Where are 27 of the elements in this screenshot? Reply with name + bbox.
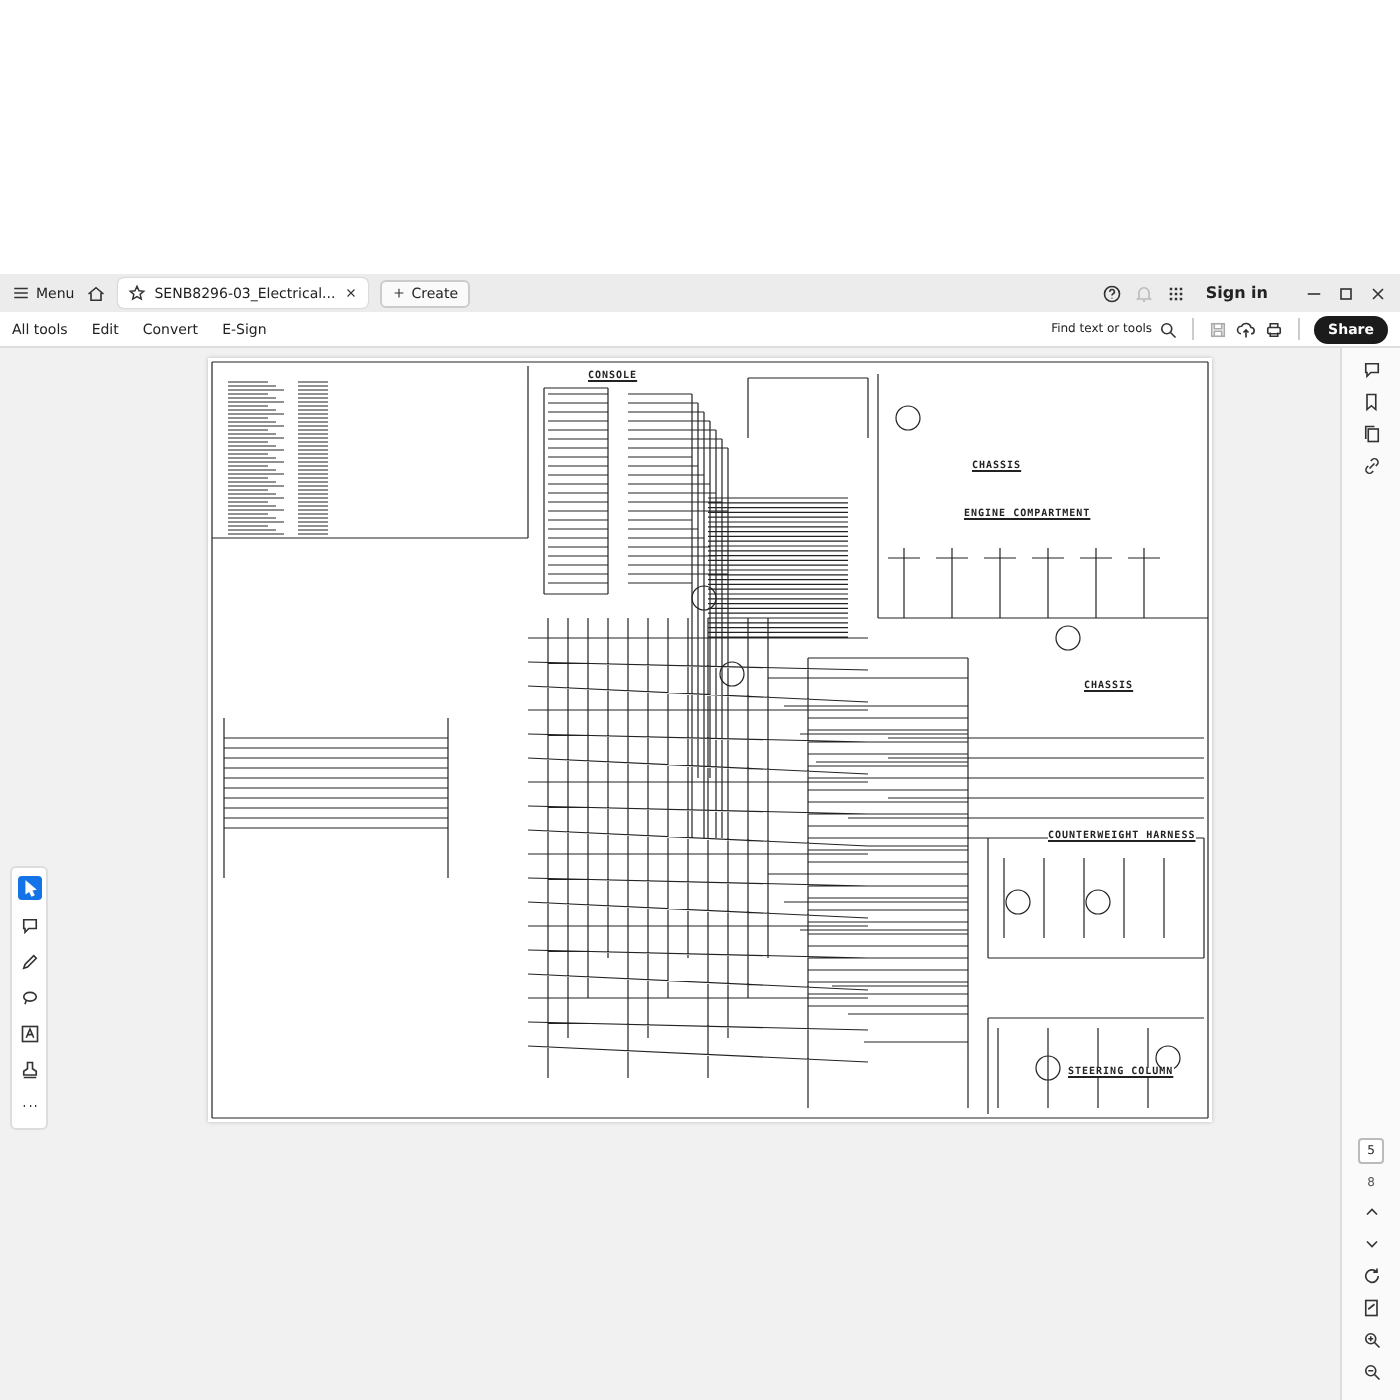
help-icon[interactable] xyxy=(1101,283,1122,303)
refresh-icon[interactable] xyxy=(1361,1266,1381,1286)
lasso-icon[interactable] xyxy=(19,988,39,1008)
comment-icon[interactable] xyxy=(19,916,39,936)
comment-icon[interactable] xyxy=(1361,360,1381,380)
close-icon[interactable] xyxy=(1368,283,1388,303)
pencil-icon[interactable] xyxy=(19,952,39,972)
maximize-icon[interactable] xyxy=(1336,283,1356,303)
sign-in-button[interactable]: Sign in xyxy=(1205,284,1268,302)
stamp-icon[interactable] xyxy=(19,1060,39,1080)
star-icon xyxy=(128,284,147,302)
link-icon[interactable] xyxy=(1361,456,1381,476)
menu-icon xyxy=(12,284,30,302)
cloud-upload-icon[interactable] xyxy=(1236,319,1257,339)
plus-icon xyxy=(391,286,406,300)
home-icon[interactable] xyxy=(86,283,107,303)
print-icon[interactable] xyxy=(1264,319,1285,339)
pages-icon[interactable] xyxy=(1361,424,1381,444)
cursor-icon[interactable] xyxy=(17,876,41,900)
page-fit-icon[interactable] xyxy=(1361,1298,1381,1318)
zoom-in-icon[interactable] xyxy=(1361,1330,1381,1350)
bookmark-icon[interactable] xyxy=(1361,392,1381,412)
close-icon[interactable] xyxy=(343,286,358,300)
search-icon xyxy=(1158,319,1179,339)
apps-grid-icon[interactable] xyxy=(1165,283,1186,303)
text-box-icon[interactable] xyxy=(19,1024,39,1044)
zoom-out-icon[interactable] xyxy=(1361,1362,1381,1382)
